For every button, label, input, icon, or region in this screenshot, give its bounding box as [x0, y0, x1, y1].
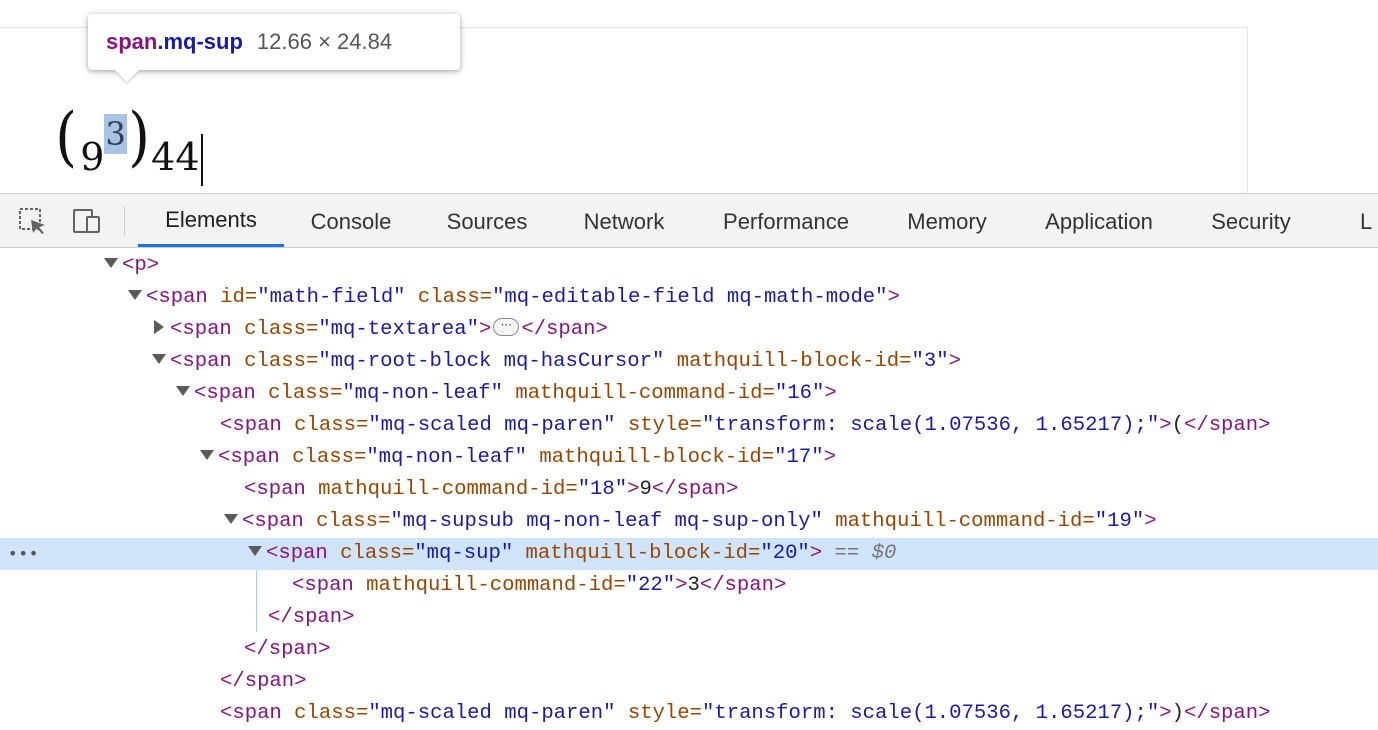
dom-close-tag[interactable]: </span> — [0, 666, 1378, 698]
more-options-icon[interactable]: ••• — [8, 538, 39, 570]
tab-memory[interactable]: Memory — [892, 194, 1002, 247]
tab-application[interactable]: Application — [1028, 194, 1170, 247]
dom-node-non-leaf-17[interactable]: <span class="mq-non-leaf" mathquill-bloc… — [0, 442, 1378, 474]
ellipsis-badge-icon[interactable]: ··· — [493, 317, 520, 336]
dom-node-non-leaf-16[interactable]: <span class="mq-non-leaf" mathquill-comm… — [0, 378, 1378, 410]
inspect-element-icon[interactable] — [18, 207, 48, 235]
page-viewport: (93)44 span.mq-sup 12.66 × 24.84 — [0, 0, 1378, 193]
tab-lighthouse-truncated[interactable]: L — [1360, 194, 1378, 247]
trailing-digits: 44 — [151, 135, 200, 179]
tooltip-arrow — [115, 70, 139, 82]
toolbar-divider — [124, 206, 125, 236]
math-expression[interactable]: (93)44 — [55, 100, 203, 194]
expand-triangle-icon[interactable] — [224, 513, 238, 524]
dom-node-supsub[interactable]: <span class="mq-supsub mq-non-leaf mq-su… — [0, 506, 1378, 538]
base-digit: 9 — [80, 135, 105, 179]
device-toolbar-icon[interactable] — [72, 207, 102, 235]
tooltip-tag-name: span — [106, 29, 158, 54]
dom-node-mq-textarea[interactable]: <span class="mq-textarea"> ··· </span> — [0, 314, 1378, 346]
tab-performance[interactable]: Performance — [706, 194, 866, 247]
expand-triangle-icon[interactable] — [248, 545, 262, 556]
dom-close-tag[interactable]: </span> — [0, 634, 1378, 666]
dom-node-p[interactable]: <p> — [0, 250, 1378, 282]
dom-node-mq-sup-selected[interactable]: ••• <span class="mq-sup" mathquill-block-… — [0, 538, 1378, 570]
expand-triangle-icon[interactable] — [176, 385, 190, 396]
dom-node-command-18[interactable]: <span mathquill-command-id="18">9</span> — [0, 474, 1378, 506]
dom-node-root-block[interactable]: <span class="mq-root-block mq-hasCursor"… — [0, 346, 1378, 378]
dom-node-paren-open[interactable]: <span class="mq-scaled mq-paren" style="… — [0, 410, 1378, 442]
superscript-digit-highlighted: 3 — [104, 114, 127, 154]
tab-console[interactable]: Console — [296, 194, 406, 247]
dom-node-paren-close[interactable]: <span class="mq-scaled mq-paren" style="… — [0, 698, 1378, 730]
collapse-triangle-icon[interactable] — [154, 319, 164, 334]
expand-triangle-icon[interactable] — [200, 449, 214, 460]
tooltip-class-name: .mq-sup — [157, 29, 243, 54]
expand-triangle-icon[interactable] — [152, 353, 166, 364]
dom-close-tag[interactable]: </span> — [0, 602, 1378, 634]
devtools-toolbar: Elements Console Sources Network Perform… — [0, 193, 1378, 248]
tab-elements[interactable]: Elements — [138, 194, 284, 247]
selection-guide-line — [256, 570, 257, 632]
devtools-panel: Elements Console Sources Network Perform… — [0, 193, 1378, 730]
tooltip-dimensions: 12.66 × 24.84 — [256, 29, 393, 54]
tab-sources[interactable]: Sources — [432, 194, 542, 247]
expand-triangle-icon[interactable] — [104, 257, 118, 268]
tab-security[interactable]: Security — [1196, 194, 1306, 247]
elements-tree: <p> <span id="math-field" class="mq-edit… — [0, 248, 1378, 730]
text-cursor — [200, 134, 203, 186]
tab-network[interactable]: Network — [570, 194, 678, 247]
console-reference-marker: == $0 — [834, 542, 897, 565]
dom-node-math-field[interactable]: <span id="math-field" class="mq-editable… — [0, 282, 1378, 314]
dom-node-command-22[interactable]: <span mathquill-command-id="22">3</span> — [0, 570, 1378, 602]
close-paren: ) — [128, 99, 150, 175]
element-inspect-tooltip: span.mq-sup 12.66 × 24.84 — [88, 14, 460, 82]
expand-triangle-icon[interactable] — [128, 289, 142, 300]
open-paren: ( — [55, 99, 78, 175]
